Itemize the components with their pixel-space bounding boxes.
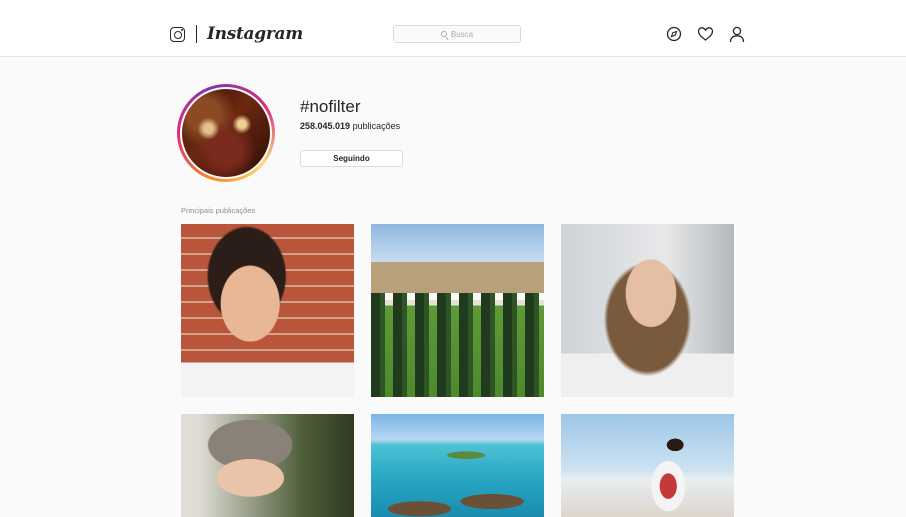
search-icon bbox=[440, 31, 447, 37]
compass-icon[interactable] bbox=[666, 26, 682, 42]
following-button[interactable]: Seguindo bbox=[300, 150, 403, 167]
instagram-camera-icon bbox=[170, 26, 185, 42]
post-thumbnail[interactable] bbox=[561, 224, 734, 397]
instagram-wordmark: Instagram bbox=[207, 24, 303, 44]
brand-logo-link[interactable]: Instagram bbox=[170, 22, 303, 46]
post-thumbnail[interactable] bbox=[371, 224, 544, 397]
post-count: 258.045.019 publicações bbox=[300, 121, 400, 131]
post-thumbnail[interactable] bbox=[371, 414, 544, 517]
profile-icon[interactable] bbox=[729, 26, 745, 43]
search-input[interactable]: Busca bbox=[393, 25, 521, 43]
post-count-suffix: publicações bbox=[350, 121, 401, 131]
hashtag-avatar bbox=[177, 84, 275, 182]
top-posts-heading: Principais publicações bbox=[181, 206, 256, 215]
hashtag-title: #nofilter bbox=[300, 97, 361, 116]
heart-icon[interactable] bbox=[697, 26, 714, 42]
post-thumbnail[interactable] bbox=[181, 414, 354, 517]
post-thumbnail[interactable] bbox=[561, 414, 734, 517]
search-placeholder: Busca bbox=[450, 29, 474, 39]
post-count-number: 258.045.019 bbox=[300, 121, 351, 131]
nav-icons-group bbox=[666, 25, 745, 43]
top-navigation-bar: Instagram Busca bbox=[0, 0, 906, 57]
hashtag-avatar-image bbox=[182, 89, 270, 177]
brand-divider bbox=[196, 25, 197, 43]
post-thumbnail[interactable] bbox=[181, 224, 354, 397]
